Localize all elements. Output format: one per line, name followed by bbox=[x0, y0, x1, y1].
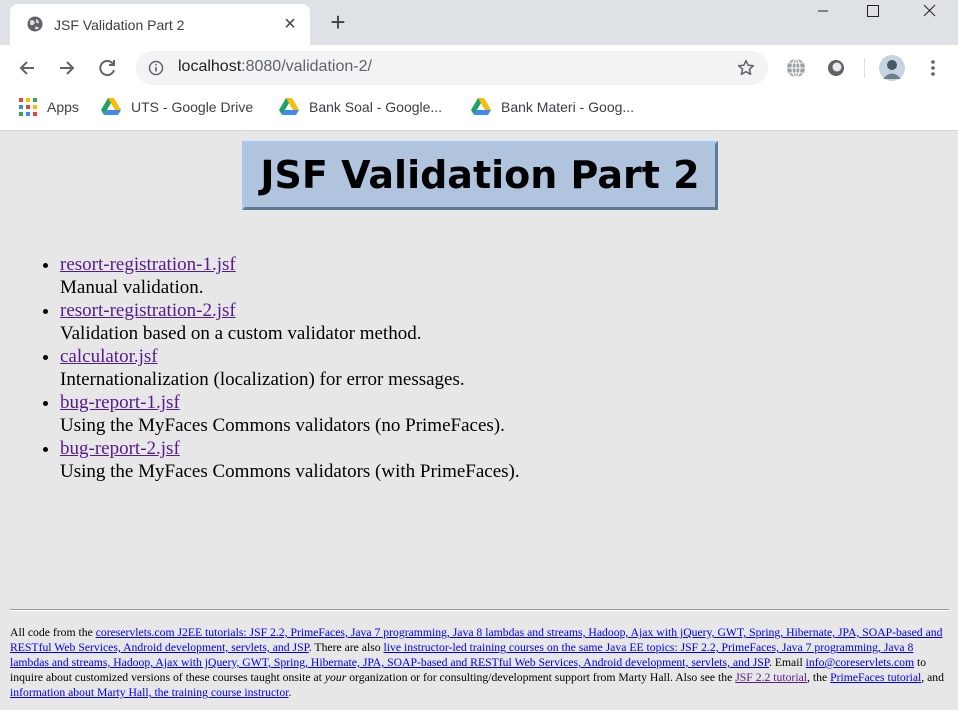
info-icon[interactable] bbox=[148, 60, 164, 76]
footer-link-jsf-tutorial[interactable]: JSF 2.2 tutorial bbox=[735, 671, 807, 684]
new-tab-icon[interactable]: + bbox=[326, 9, 350, 35]
maximize-icon[interactable] bbox=[850, 0, 896, 30]
bookmark-bank-soal[interactable]: Bank Soal - Google... bbox=[279, 91, 442, 123]
extension-circle-icon[interactable] bbox=[825, 57, 847, 79]
reload-icon[interactable] bbox=[93, 54, 121, 82]
bookmark-label: Bank Soal - Google... bbox=[309, 99, 443, 115]
page-title-box: JSF Validation Part 2 bbox=[242, 141, 718, 210]
browser-toolbar: localhost:8080/validation-2/ bbox=[0, 45, 958, 91]
address-bar[interactable]: localhost:8080/validation-2/ bbox=[136, 51, 768, 85]
browser-tab[interactable]: JSF Validation Part 2 × bbox=[10, 4, 310, 45]
list-item: bug-report-1.jsf Using the MyFaces Commo… bbox=[60, 391, 520, 437]
google-drive-icon bbox=[471, 98, 491, 115]
footer-fragment: . There are also bbox=[308, 641, 384, 654]
forward-arrow-icon[interactable] bbox=[53, 54, 81, 82]
footer-fragment: organization or for consulting/developme… bbox=[346, 671, 736, 684]
footer-link-marty-hall[interactable]: information about Marty Hall, the traini… bbox=[10, 686, 289, 699]
bookmarks-bar: Apps UTS - Google Drive Bank Soal - Goog… bbox=[0, 91, 958, 131]
list-item: resort-registration-2.jsf Validation bas… bbox=[60, 299, 520, 345]
link-bug-report-2[interactable]: bug-report-2.jsf bbox=[60, 438, 180, 459]
item-description: Using the MyFaces Commons validators (wi… bbox=[60, 461, 520, 482]
footer-link-primefaces-tutorial[interactable]: PrimeFaces tutorial bbox=[830, 671, 921, 684]
google-drive-icon bbox=[101, 98, 121, 115]
list-item: resort-registration-1.jsf Manual validat… bbox=[60, 253, 520, 299]
item-description: Using the MyFaces Commons validators (no… bbox=[60, 415, 505, 436]
tab-title: JSF Validation Part 2 bbox=[54, 17, 185, 33]
footer-fragment: . bbox=[288, 686, 292, 699]
footer-fragment: . Email bbox=[768, 656, 806, 669]
minimize-icon[interactable] bbox=[800, 0, 846, 30]
bookmark-label: Apps bbox=[47, 99, 79, 115]
bookmark-star-icon[interactable] bbox=[736, 58, 756, 78]
globe-icon bbox=[27, 16, 43, 32]
footer-link-email[interactable]: info@coreservlets.com bbox=[806, 656, 914, 669]
footer-fragment: , and bbox=[921, 671, 944, 684]
list-item: calculator.jsf Internationalization (loc… bbox=[60, 345, 520, 391]
profile-avatar[interactable] bbox=[879, 55, 905, 81]
footer-fragment: , the bbox=[807, 671, 831, 684]
bookmark-apps[interactable]: Apps bbox=[19, 91, 79, 123]
example-list: resort-registration-1.jsf Manual validat… bbox=[20, 253, 520, 483]
bookmark-label: Bank Materi - Goog... bbox=[501, 99, 635, 115]
page-title: JSF Validation Part 2 bbox=[260, 153, 700, 197]
apps-grid-icon bbox=[19, 98, 37, 116]
item-description: Validation based on a custom validator m… bbox=[60, 323, 422, 344]
footer-emphasis: your bbox=[324, 671, 347, 684]
toolbar-separator bbox=[864, 58, 865, 78]
tab-close-icon[interactable]: × bbox=[280, 14, 300, 34]
item-description: Manual validation. bbox=[60, 277, 204, 298]
list-item: bug-report-2.jsf Using the MyFaces Commo… bbox=[60, 437, 520, 483]
footer-fragment: All code from the bbox=[10, 626, 96, 639]
item-description: Internationalization (localization) for … bbox=[60, 369, 465, 390]
footer-divider bbox=[10, 609, 949, 611]
back-arrow-icon[interactable] bbox=[13, 54, 41, 82]
tab-strip: JSF Validation Part 2 × + bbox=[0, 0, 958, 45]
menu-kebab-icon[interactable] bbox=[922, 57, 944, 79]
link-resort-registration-1[interactable]: resort-registration-1.jsf bbox=[60, 254, 236, 275]
page-content: JSF Validation Part 2 resort-registratio… bbox=[0, 131, 958, 710]
link-resort-registration-2[interactable]: resort-registration-2.jsf bbox=[60, 300, 236, 321]
extension-globe-icon[interactable] bbox=[785, 57, 807, 79]
google-drive-icon bbox=[279, 98, 299, 115]
close-window-icon[interactable] bbox=[906, 0, 952, 30]
bookmark-uts-google-drive[interactable]: UTS - Google Drive bbox=[101, 91, 253, 123]
url-text[interactable]: localhost:8080/validation-2/ bbox=[178, 58, 372, 76]
link-calculator[interactable]: calculator.jsf bbox=[60, 346, 158, 367]
bookmark-label: UTS - Google Drive bbox=[131, 99, 254, 115]
link-bug-report-1[interactable]: bug-report-1.jsf bbox=[60, 392, 180, 413]
bookmark-bank-materi[interactable]: Bank Materi - Goog... bbox=[471, 91, 634, 123]
footer-text: All code from the coreservlets.com J2EE … bbox=[10, 625, 950, 700]
